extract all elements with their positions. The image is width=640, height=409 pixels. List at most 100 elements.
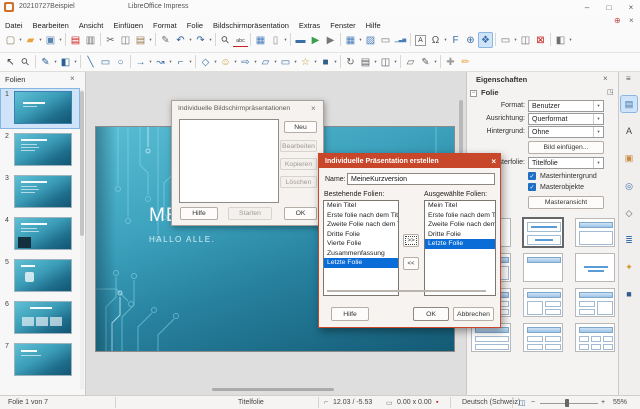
tab-master-slides[interactable]: ■: [621, 286, 637, 302]
new-document-icon[interactable]: ▢▾: [3, 32, 23, 48]
special-character-icon[interactable]: Ω▾: [428, 32, 448, 48]
slide-properties-dropdown[interactable]: ▾: [568, 32, 573, 48]
hilfe-button[interactable]: Hilfe: [331, 307, 369, 321]
scrollbar-thumb[interactable]: [212, 388, 334, 391]
tab-animation[interactable]: ✦: [621, 259, 637, 275]
export-pdf-icon[interactable]: ▤: [68, 32, 83, 48]
zoom-slider-track[interactable]: [540, 403, 598, 404]
zoom-in-button[interactable]: +: [601, 399, 605, 406]
maximize-button[interactable]: □: [600, 1, 618, 14]
layout-content-over-two-content[interactable]: [575, 288, 615, 317]
existing-slides-list[interactable]: Mein TitelErste folie nach dem TitelZwei…: [323, 200, 399, 296]
fit-slide-icon[interactable]: ◫: [519, 399, 526, 407]
layout-title-content[interactable]: [575, 218, 615, 247]
cut-icon[interactable]: ✂: [103, 32, 118, 48]
close-icon[interactable]: ×: [603, 74, 608, 83]
show-draw-functions-icon[interactable]: ❖: [478, 32, 493, 48]
ellipse-icon[interactable]: ○: [113, 54, 128, 70]
list-horizontal-scrollbar[interactable]: [428, 290, 486, 292]
line-color-icon[interactable]: ✎▾: [38, 54, 58, 70]
chevron-down-icon[interactable]: ▾: [593, 114, 603, 124]
print-icon[interactable]: ▥: [83, 32, 98, 48]
chevron-down-icon[interactable]: ▾: [593, 101, 603, 111]
starten-button[interactable]: Starten: [228, 207, 272, 220]
dialog-launcher-icon[interactable]: ◳: [607, 88, 614, 96]
zoom-level[interactable]: 55%: [613, 399, 627, 406]
document-modified-icon[interactable]: ▪: [436, 399, 438, 406]
zoom-out-button[interactable]: −: [531, 399, 535, 406]
lines-and-arrows-icon[interactable]: →▾: [133, 54, 153, 70]
start-from-first-slide-icon[interactable]: ▶: [308, 32, 323, 48]
copy-icon[interactable]: ◫: [118, 32, 133, 48]
master-view-button[interactable]: Masteransicht: [528, 196, 604, 209]
bearbeiten-button[interactable]: Bearbeiten: [280, 140, 317, 152]
selected-slide-item[interactable]: Dritte Folie: [425, 230, 495, 240]
slide-thumbnail-row[interactable]: 5: [1, 257, 79, 296]
slide-thumbnail-row[interactable]: 7: [1, 341, 79, 380]
slide-1-thumbnail[interactable]: [14, 91, 72, 124]
close-icon[interactable]: ×: [70, 74, 75, 83]
save-icon[interactable]: ▣▾: [43, 32, 63, 48]
slide-properties-icon[interactable]: ◧▾: [553, 32, 573, 48]
edit-points-icon[interactable]: ✎▾: [418, 54, 438, 70]
insert-textbox-icon[interactable]: ▭: [378, 32, 393, 48]
snap-guides-dropdown[interactable]: ▾: [283, 32, 288, 48]
layout-content-two-content[interactable]: [523, 288, 563, 317]
list-horizontal-scrollbar[interactable]: [327, 290, 439, 292]
paste-icon[interactable]: ▤▾: [133, 32, 153, 48]
selected-slide-item[interactable]: Letzte Folie: [425, 239, 495, 249]
slide-3-thumbnail[interactable]: [14, 175, 72, 208]
undo-icon[interactable]: ↶▾: [173, 32, 193, 48]
existing-slide-item[interactable]: Zweite Folie nach dem Titel: [324, 220, 398, 230]
display-views-icon[interactable]: ▬: [293, 32, 308, 48]
slide-subtitle-text[interactable]: HALLO ALLE.: [149, 235, 215, 244]
selected-slides-list[interactable]: Mein TitelErste folie nach dem TitelZwei…: [424, 200, 496, 296]
insert-image-button[interactable]: Bild einfügen...: [528, 141, 604, 154]
scrollbar-thumb[interactable]: [80, 91, 84, 236]
fill-color-dropdown[interactable]: ▾: [73, 54, 78, 70]
move-right-button[interactable]: >>: [403, 234, 419, 247]
minimize-button[interactable]: –: [578, 1, 596, 14]
orientation-dropdown[interactable]: Querformat ▾: [528, 113, 604, 125]
chevron-down-icon[interactable]: ▾: [593, 158, 603, 168]
redo-icon[interactable]: ↷▾: [193, 32, 213, 48]
hyperlink-icon[interactable]: ⊕: [463, 32, 478, 48]
slide-thumbnail-row[interactable]: 3: [1, 173, 79, 212]
hilfe-button[interactable]: Hilfe: [180, 207, 218, 220]
close-icon[interactable]: ×: [491, 154, 496, 168]
abbrechen-button[interactable]: Abbrechen: [453, 307, 494, 321]
rectangle-icon[interactable]: ▭: [98, 54, 113, 70]
connectors-dropdown[interactable]: ▾: [188, 54, 193, 70]
highlight-pen-icon[interactable]: ✏: [458, 54, 473, 70]
start-from-current-slide-icon[interactable]: ▶: [323, 32, 338, 48]
existing-slide-item[interactable]: Letzte Folie: [324, 258, 398, 268]
close-document-icon[interactable]: ×: [629, 16, 634, 25]
fontwork-icon[interactable]: F: [448, 32, 463, 48]
name-input[interactable]: MeineKurzversion: [347, 173, 495, 185]
tab-properties[interactable]: ▤: [621, 96, 637, 112]
existing-slide-item[interactable]: Erste folie nach dem Titel: [324, 211, 398, 221]
ok-button[interactable]: OK: [284, 207, 317, 220]
neu-button[interactable]: Neu: [284, 121, 317, 133]
slide-thumbnail-row[interactable]: 1: [1, 89, 79, 128]
custom-shows-list[interactable]: [179, 119, 279, 203]
display-grid-icon[interactable]: ▦: [253, 32, 268, 48]
flowchart-shapes-icon[interactable]: ▱▾: [258, 54, 278, 70]
insert-line-icon[interactable]: ╲: [83, 54, 98, 70]
slide-thumbnail-row[interactable]: 4: [1, 215, 79, 254]
kopieren-button[interactable]: Kopieren: [280, 158, 317, 170]
layout-six-content[interactable]: [575, 323, 615, 352]
duplicate-slide-icon[interactable]: ◫: [518, 32, 533, 48]
layout-title-slide[interactable]: [523, 218, 563, 247]
slide-2-thumbnail[interactable]: [14, 133, 72, 166]
master-slide-dropdown[interactable]: Titelfolie ▾: [528, 157, 604, 169]
collapse-icon[interactable]: −: [470, 90, 477, 97]
format-dropdown[interactable]: Benutzer ▾: [528, 100, 604, 112]
3d-objects-icon[interactable]: ■▾: [318, 54, 338, 70]
insert-image-icon[interactable]: ▨: [363, 32, 378, 48]
master-objects-checkbox[interactable]: ✓: [528, 183, 536, 191]
fill-color-icon[interactable]: ◧▾: [58, 54, 78, 70]
close-button[interactable]: ×: [622, 1, 640, 14]
tab-shapes[interactable]: ◇: [621, 205, 637, 221]
insert-text-box-icon[interactable]: A: [413, 32, 428, 48]
